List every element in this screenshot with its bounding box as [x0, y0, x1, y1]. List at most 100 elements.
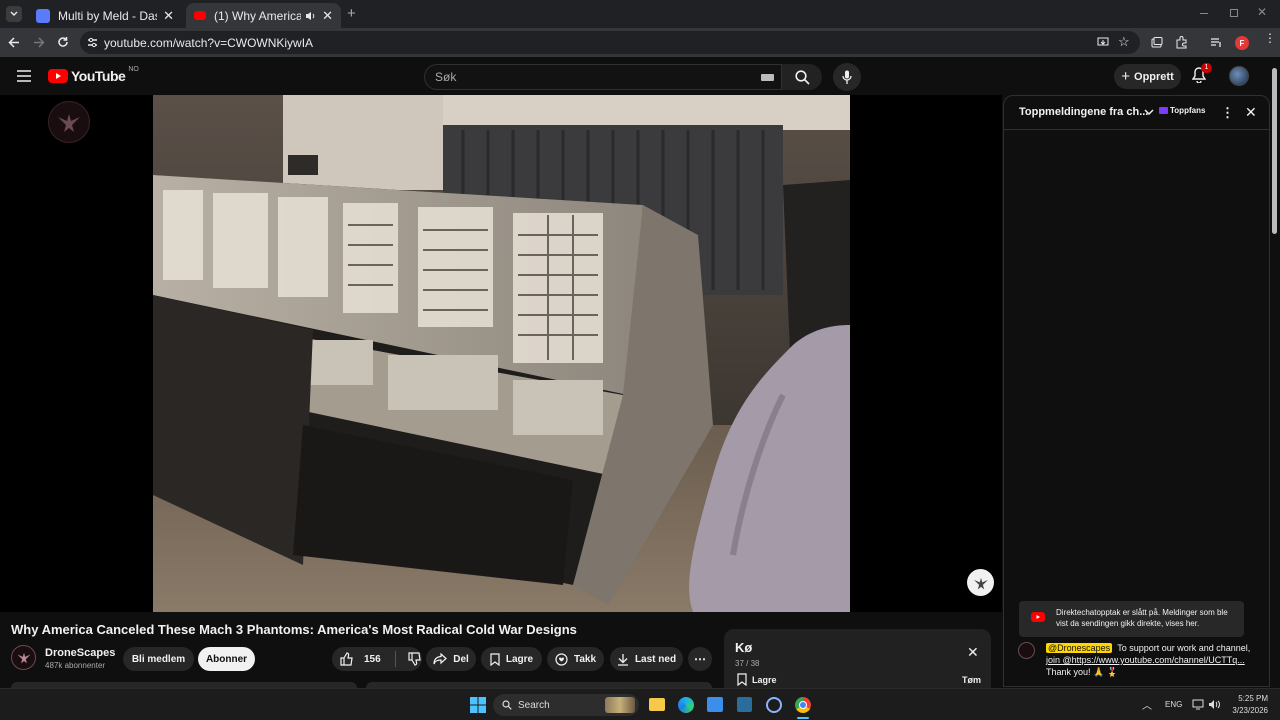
account-avatar[interactable]: [1229, 66, 1249, 86]
close-queue-icon[interactable]: ✕: [967, 644, 979, 661]
chrome-app-icon[interactable]: [766, 697, 782, 713]
more-actions-button[interactable]: ⋯: [688, 647, 712, 671]
language-indicator[interactable]: ENG: [1165, 700, 1182, 709]
video-player[interactable]: [0, 95, 1002, 612]
store-icon[interactable]: [707, 697, 723, 712]
join-label: Bli medlem: [131, 653, 186, 665]
forward-arrow-icon[interactable]: [33, 37, 45, 48]
windows-taskbar: Search ︿ ENG 5:25 PM 3/23/2026: [0, 688, 1280, 720]
subscribe-label: Abonner: [205, 653, 248, 665]
tab-list-button[interactable]: [6, 6, 22, 22]
bookmark-star-icon[interactable]: ☆: [1118, 34, 1130, 50]
page-scrollbar[interactable]: [1272, 68, 1277, 234]
keyboard-icon[interactable]: [761, 74, 774, 81]
eagle-logo-icon: [58, 114, 80, 132]
thanks-label: Takk: [573, 653, 597, 665]
taskbar-search-label: Search: [518, 699, 550, 711]
chevron-down-icon[interactable]: [1144, 109, 1154, 116]
microphone-icon: [842, 70, 852, 84]
network-icon[interactable]: [1192, 699, 1204, 710]
profile-avatar[interactable]: F: [1235, 36, 1249, 50]
reload-icon[interactable]: [57, 36, 69, 48]
bookmark-icon: [737, 673, 747, 686]
youtube-favicon-icon: [194, 11, 206, 20]
close-chat-icon[interactable]: ✕: [1245, 104, 1257, 121]
chat-menu-icon[interactable]: ⋮: [1221, 105, 1234, 121]
channel-avatar[interactable]: [11, 645, 36, 670]
minimize-icon[interactable]: [1200, 13, 1208, 14]
clock-time[interactable]: 5:25 PM: [1236, 694, 1268, 703]
thanks-heart-icon: [555, 652, 568, 666]
video-frame: [153, 95, 850, 612]
save-button[interactable]: Lagre: [481, 647, 542, 671]
playlist-icon[interactable]: [1210, 37, 1223, 48]
search-placeholder: Søk: [435, 70, 457, 84]
subscribe-button[interactable]: Abonner: [198, 647, 255, 671]
browser-menu-icon[interactable]: ⋮: [1264, 32, 1276, 44]
subscriber-count: 487k abonnenter: [45, 661, 106, 670]
search-input[interactable]: Søk: [424, 64, 782, 90]
chat-header: Toppmeldingene fra ch... Toppfans ⋮ ✕: [1004, 96, 1269, 130]
chat-title[interactable]: Toppmeldingene fra ch...: [1019, 106, 1148, 118]
volume-icon[interactable]: [1208, 699, 1220, 710]
speaker-icon[interactable]: [305, 11, 316, 21]
tab-title: (1) Why America Canceled: [214, 8, 302, 23]
thumbs-up-icon[interactable]: [340, 652, 354, 666]
close-tab-icon[interactable]: ✕: [322, 8, 333, 24]
share-arrow-icon: [433, 653, 448, 665]
chrome-browser-icon[interactable]: [795, 697, 811, 713]
tab-youtube[interactable]: (1) Why America Canceled ✕: [186, 3, 341, 28]
toppfans-badge[interactable]: Toppfans: [1159, 106, 1205, 115]
youtube-logo[interactable]: YouTube NO: [48, 66, 139, 84]
queue-position: 37 / 38: [735, 659, 760, 668]
maximize-icon[interactable]: [1230, 9, 1238, 17]
chat-scrollbar[interactable]: [1262, 132, 1266, 582]
thanks-button[interactable]: Takk: [547, 647, 604, 671]
search-button[interactable]: [782, 64, 822, 90]
hamburger-menu-icon[interactable]: [17, 70, 31, 82]
app-icon[interactable]: [737, 697, 752, 712]
tab-multi-by-meld[interactable]: Multi by Meld - Dashboard. ✕: [28, 3, 182, 28]
install-app-icon[interactable]: [1097, 37, 1109, 48]
queue-save-button[interactable]: Lagre: [737, 673, 777, 686]
address-bar[interactable]: youtube.com/watch?v=CWOWNKiywIA ☆: [80, 31, 1140, 54]
voice-search-button[interactable]: [833, 63, 861, 91]
share-label: Del: [453, 653, 469, 665]
join-button[interactable]: Bli medlem: [123, 647, 194, 671]
site-info-icon[interactable]: [87, 37, 98, 48]
toppfans-label: Toppfans: [1170, 106, 1206, 115]
edge-browser-icon[interactable]: [678, 697, 694, 713]
chat-author-avatar[interactable]: [1018, 642, 1035, 659]
file-explorer-icon[interactable]: [649, 698, 665, 711]
chat-message-line-2[interactable]: join @https://www.youtube.com/channel/UC…: [1046, 654, 1258, 666]
share-button[interactable]: Del: [426, 647, 476, 671]
back-arrow-icon[interactable]: [8, 37, 20, 48]
close-tab-icon[interactable]: ✕: [163, 8, 174, 24]
taskbar-search[interactable]: Search: [493, 694, 639, 716]
queue-save-label: Lagre: [752, 674, 777, 685]
video-frame-image: [153, 95, 850, 612]
live-chat-panel: Toppmeldingene fra ch... Toppfans ⋮ ✕ Di…: [1003, 95, 1270, 687]
media-icon[interactable]: [1151, 37, 1163, 48]
clock-date[interactable]: 3/23/2026: [1226, 706, 1268, 715]
chevron-down-icon: [10, 11, 18, 16]
close-window-icon[interactable]: ✕: [1257, 5, 1267, 19]
download-button[interactable]: Last ned: [610, 647, 683, 671]
windows-start-icon[interactable]: [470, 697, 486, 713]
tray-chevron-up-icon[interactable]: ︿: [1142, 697, 1152, 712]
notifications-button[interactable]: 1: [1192, 63, 1212, 85]
create-button[interactable]: + Opprett: [1114, 64, 1181, 89]
thumbs-down-icon[interactable]: [408, 652, 422, 666]
channel-watermark[interactable]: [48, 101, 90, 143]
more-horizontal-icon: ⋯: [694, 652, 706, 666]
queue-clear-button[interactable]: Tøm: [962, 675, 981, 685]
bottom-watermark[interactable]: [967, 569, 994, 596]
new-tab-button[interactable]: +: [347, 5, 356, 22]
chat-message-line-1: To support our work and channel,: [1117, 643, 1251, 653]
like-count[interactable]: 156: [364, 654, 381, 665]
channel-name[interactable]: DroneScapes: [45, 647, 115, 659]
chrome-center-icon: [799, 701, 807, 709]
chat-author-mention[interactable]: @Dronescapes: [1046, 643, 1113, 653]
video-title: Why America Canceled These Mach 3 Phanto…: [11, 622, 577, 637]
extensions-puzzle-icon[interactable]: [1175, 36, 1188, 49]
